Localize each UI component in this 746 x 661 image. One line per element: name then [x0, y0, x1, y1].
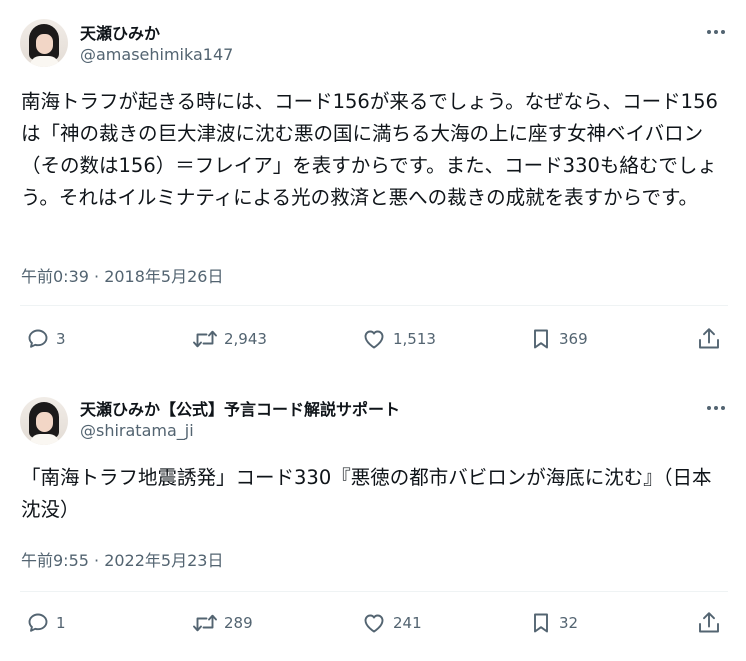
more-options-button[interactable]: [702, 398, 730, 418]
divider: [20, 305, 728, 306]
reply-count: 3: [56, 330, 66, 348]
author-handle[interactable]: @amasehimika147: [80, 45, 233, 64]
reply-button[interactable]: 3: [26, 324, 66, 354]
like-count: 1,513: [393, 330, 436, 348]
tweet[interactable]: 天瀬ひみか @amasehimika147 南海トラフが起きる時には、コード15…: [0, 0, 746, 370]
retweet-button[interactable]: 2,943: [192, 324, 267, 354]
retweet-icon: [193, 330, 217, 348]
share-icon: [699, 612, 719, 633]
more-options-button[interactable]: [702, 22, 730, 42]
bookmark-icon: [534, 613, 548, 633]
like-count: 241: [393, 614, 422, 632]
bookmark-button[interactable]: 369: [529, 324, 588, 354]
action-bar: 1 289 241 32: [0, 608, 746, 638]
share-icon: [699, 328, 719, 349]
tweet-text: 「南海トラフ地震誘発」コード330『悪徳の都市バビロンが海底に沈む』（日本沈没）: [21, 466, 712, 521]
more-dots-icon: [707, 30, 725, 34]
share-button[interactable]: [696, 608, 722, 638]
more-dots-icon: [707, 406, 725, 410]
avatar-face: [36, 34, 53, 54]
retweet-button[interactable]: 289: [192, 608, 253, 638]
author-name[interactable]: 天瀬ひみか: [80, 20, 160, 44]
reply-icon: [28, 329, 48, 348]
like-button[interactable]: 241: [361, 608, 422, 638]
avatar-shirt: [30, 56, 59, 67]
bookmark-count: 369: [559, 330, 588, 348]
avatar-face: [36, 412, 53, 432]
avatar-shirt: [30, 434, 59, 445]
retweet-count: 2,943: [224, 330, 267, 348]
bookmark-icon: [534, 329, 548, 349]
like-icon: [364, 614, 384, 633]
tweet[interactable]: 天瀬ひみか【公式】予言コード解説サポート @shiratama_ji 「南海トラ…: [0, 380, 746, 661]
bookmark-button[interactable]: 32: [529, 608, 578, 638]
avatar[interactable]: [20, 397, 68, 445]
retweet-icon: [193, 614, 217, 632]
tweet-text: 南海トラフが起きる時には、コード156が来るでしょう。なぜなら、コード156は「…: [21, 90, 718, 209]
reply-icon: [28, 613, 48, 632]
tweet-timestamp[interactable]: 午前0:39 · 2018年5月26日: [21, 263, 223, 287]
reply-button[interactable]: 1: [26, 608, 66, 638]
retweet-count: 289: [224, 614, 253, 632]
bookmark-count: 32: [559, 614, 579, 632]
author-name[interactable]: 天瀬ひみか【公式】予言コード解説サポート: [80, 396, 400, 420]
divider: [20, 591, 728, 592]
tweet-timestamp[interactable]: 午前9:55 · 2022年5月23日: [21, 547, 223, 571]
avatar[interactable]: [20, 19, 68, 67]
reply-count: 1: [56, 614, 66, 632]
share-button[interactable]: [696, 324, 722, 354]
action-bar: 3 2,943 1,513 369: [0, 324, 746, 354]
tweet-separator: [0, 370, 746, 380]
author-handle[interactable]: @shiratama_ji: [80, 421, 194, 440]
like-button[interactable]: 1,513: [361, 324, 436, 354]
like-icon: [364, 330, 384, 349]
